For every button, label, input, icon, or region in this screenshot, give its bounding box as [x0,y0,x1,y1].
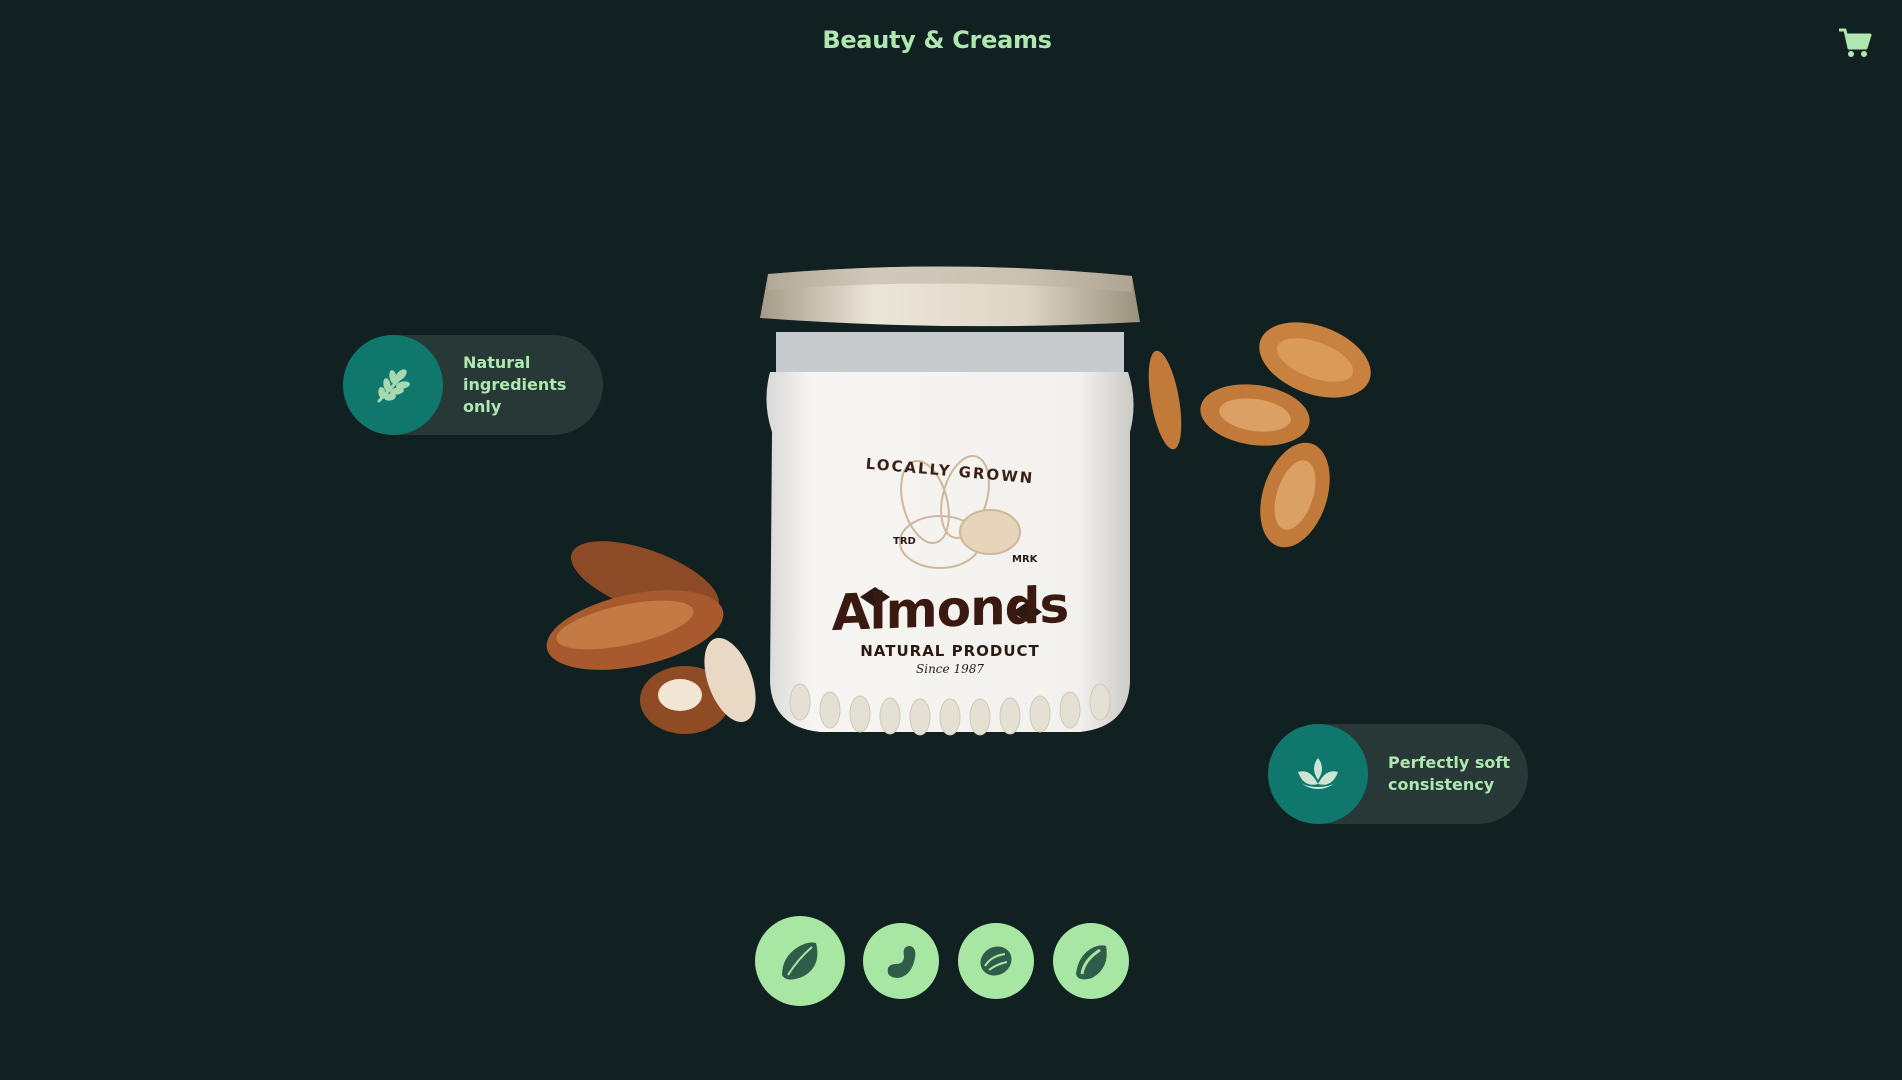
cart-button[interactable] [1838,26,1872,60]
flavor-cashew-button[interactable] [863,923,939,999]
cart-icon [1839,28,1872,57]
feature-icon-circle [343,335,443,435]
flavor-selector [757,918,1129,1004]
wheat-icon [377,369,410,403]
page-title: Beauty & Creams [822,26,1052,54]
feature-soft-consistency: Perfectly soft consistency [1268,724,1528,824]
almonds-cluster-left-image [546,541,756,734]
product-showcase: LOCALLY GROWN TRD MRK Almonds NATURAL PR… [525,250,1385,780]
cashew-icon [887,946,916,978]
almond-cream-jar: LOCALLY GROWN TRD MRK Almonds NATURAL PR… [750,262,1150,762]
almonds-scatter-right-image [1148,322,1371,548]
jar-lid-image [760,266,1140,327]
product-since: Since 1987 [916,662,984,676]
feature-natural-ingredients: Natural ingredients only [343,335,603,435]
jar-tag-right: MRK [1012,554,1038,565]
jar-body-image [766,332,1134,736]
feature-text: Natural ingredients only [463,353,567,416]
flavor-pistachio-button[interactable] [1053,923,1129,999]
product-subtitle: NATURAL PRODUCT [860,642,1040,660]
lotus-icon [1298,758,1338,789]
flavor-almond-button[interactable] [757,918,843,1004]
flavor-walnut-button[interactable] [958,923,1034,999]
feature-text: Perfectly soft consistency [1388,753,1511,794]
jar-tag-left: TRD [893,536,916,547]
feature-icon-circle [1268,724,1368,824]
walnut-icon [980,946,1012,976]
pistachio-icon [1076,945,1107,980]
almond-icon [782,942,818,980]
